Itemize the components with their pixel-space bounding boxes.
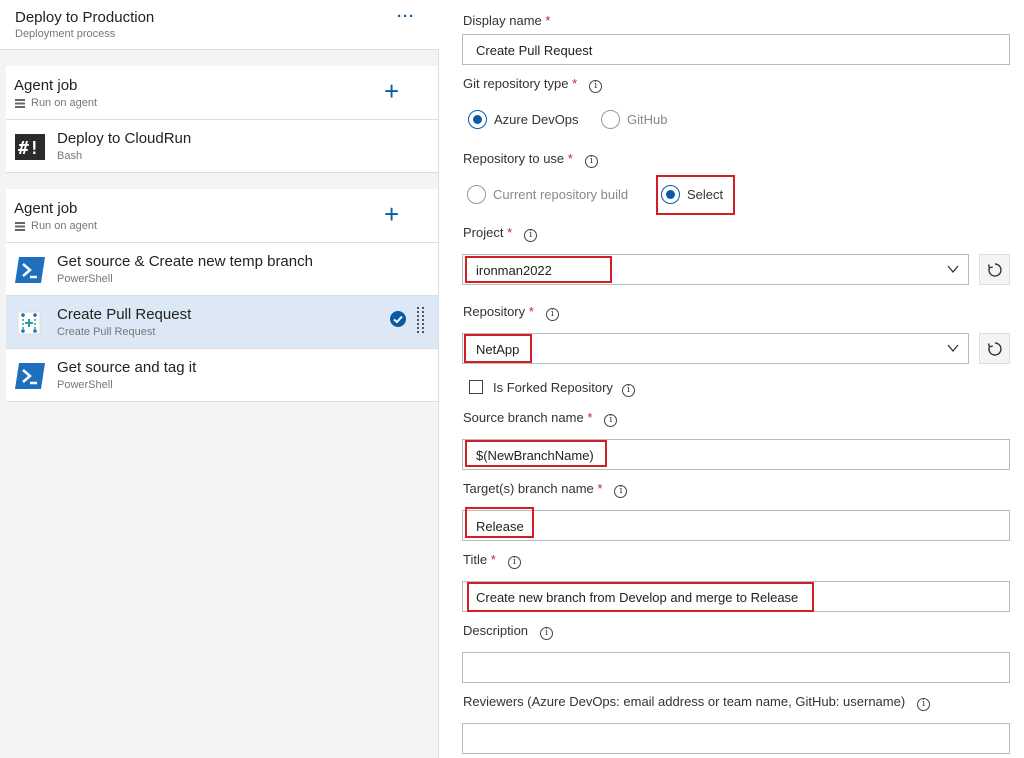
- radio-azure-devops[interactable]: Azure DevOps: [468, 110, 579, 129]
- more-options-icon[interactable]: ···: [397, 8, 415, 25]
- pull-request-icon: [17, 311, 41, 335]
- info-icon[interactable]: i: [917, 698, 931, 711]
- is-forked-label: Is Forked Repository i: [493, 380, 635, 397]
- add-task-icon[interactable]: +: [384, 78, 399, 104]
- info-icon[interactable]: i: [524, 229, 538, 242]
- drag-handle-icon[interactable]: [416, 306, 426, 336]
- add-task-icon[interactable]: +: [384, 201, 399, 227]
- reviewers-label: Reviewers (Azure DevOps: email address o…: [463, 694, 931, 711]
- agent-job-card: Agent job Run on agent + Get source & Cr…: [6, 189, 438, 402]
- server-icon: [15, 99, 25, 108]
- stage-subtitle: Deployment process: [15, 28, 116, 40]
- info-icon[interactable]: i: [540, 627, 554, 640]
- radio-unchecked-icon: [467, 185, 486, 204]
- task-row[interactable]: #! Deploy to CloudRun Bash: [6, 120, 438, 173]
- task-row-selected[interactable]: Create Pull Request Create Pull Request: [6, 296, 438, 349]
- stage-title: Deploy to Production: [15, 9, 155, 26]
- info-icon[interactable]: i: [507, 556, 521, 569]
- powershell-icon: [15, 257, 45, 283]
- task-subtitle: PowerShell: [57, 273, 113, 285]
- task-properties-panel: Display name * Create Pull Request Git r…: [440, 0, 1024, 758]
- agent-job-card: Agent job Run on agent + #! Deploy to Cl…: [6, 66, 438, 173]
- refresh-project-button[interactable]: [979, 254, 1010, 285]
- radio-checked-icon: [468, 110, 487, 129]
- info-icon[interactable]: i: [545, 308, 559, 321]
- repository-dropdown[interactable]: NetApp: [462, 333, 969, 364]
- task-title: Get source and tag it: [57, 359, 197, 376]
- refresh-icon: [987, 342, 1002, 356]
- agent-job-row[interactable]: Agent job Run on agent +: [6, 66, 438, 120]
- reviewers-input[interactable]: [462, 723, 1010, 754]
- refresh-repository-button[interactable]: [979, 333, 1010, 364]
- target-branch-input[interactable]: Release: [462, 510, 1010, 541]
- radio-select[interactable]: Select: [661, 185, 723, 204]
- title-label: Title * i: [463, 552, 521, 569]
- agent-job-row[interactable]: Agent job Run on agent +: [6, 189, 438, 243]
- description-input[interactable]: [462, 652, 1010, 683]
- project-dropdown[interactable]: ironman2022: [462, 254, 969, 285]
- task-row[interactable]: Get source and tag it PowerShell: [6, 349, 438, 402]
- bash-icon: #!: [15, 134, 45, 160]
- info-icon[interactable]: i: [589, 80, 603, 93]
- source-branch-input[interactable]: $(NewBranchName): [462, 439, 1010, 470]
- agent-job-title: Agent job: [14, 77, 78, 94]
- svg-text:#!: #!: [18, 138, 40, 159]
- display-name-input[interactable]: Create Pull Request: [462, 34, 1010, 65]
- release-pipeline-editor: Deploy to Production Deployment process …: [0, 0, 1024, 758]
- radio-unchecked-icon: [601, 110, 620, 129]
- agent-job-title: Agent job: [14, 200, 78, 217]
- agent-job-subtitle: Run on agent: [31, 220, 98, 232]
- target-branch-label: Target(s) branch name * i: [463, 481, 628, 498]
- description-label: Description i: [463, 623, 554, 640]
- tasks-panel: Deploy to Production Deployment process …: [0, 0, 439, 758]
- chevron-down-icon: [947, 265, 959, 274]
- task-subtitle: PowerShell: [57, 379, 113, 391]
- source-branch-label: Source branch name * i: [463, 410, 618, 427]
- display-name-label: Display name *: [463, 13, 551, 28]
- task-subtitle: Create Pull Request: [57, 326, 156, 338]
- info-icon[interactable]: i: [621, 384, 635, 397]
- agent-job-subtitle: Run on agent: [31, 97, 98, 109]
- project-label: Project * i: [463, 225, 538, 242]
- chevron-down-icon: [947, 344, 959, 353]
- info-icon[interactable]: i: [584, 155, 598, 168]
- task-title: Get source & Create new temp branch: [57, 253, 313, 270]
- server-icon: [15, 222, 25, 231]
- task-title: Create Pull Request: [57, 306, 192, 323]
- repo-to-use-label: Repository to use * i: [463, 151, 598, 168]
- is-forked-checkbox[interactable]: [469, 380, 483, 394]
- task-subtitle: Bash: [57, 150, 83, 162]
- git-repo-type-label: Git repository type * i: [463, 76, 603, 93]
- task-title: Deploy to CloudRun: [57, 130, 192, 147]
- radio-github[interactable]: GitHub: [601, 110, 667, 129]
- radio-checked-icon: [661, 185, 680, 204]
- info-icon[interactable]: i: [614, 485, 628, 498]
- stage-header[interactable]: Deploy to Production Deployment process …: [0, 0, 439, 50]
- radio-current-repo[interactable]: Current repository build: [467, 185, 628, 204]
- task-row[interactable]: Get source & Create new temp branch Powe…: [6, 243, 438, 296]
- powershell-icon: [15, 363, 45, 389]
- info-icon[interactable]: i: [604, 414, 618, 427]
- refresh-icon: [987, 263, 1002, 277]
- check-circle-icon: [390, 311, 406, 327]
- repository-label: Repository * i: [463, 304, 559, 321]
- title-input[interactable]: Create new branch from Develop and merge…: [462, 581, 1010, 612]
